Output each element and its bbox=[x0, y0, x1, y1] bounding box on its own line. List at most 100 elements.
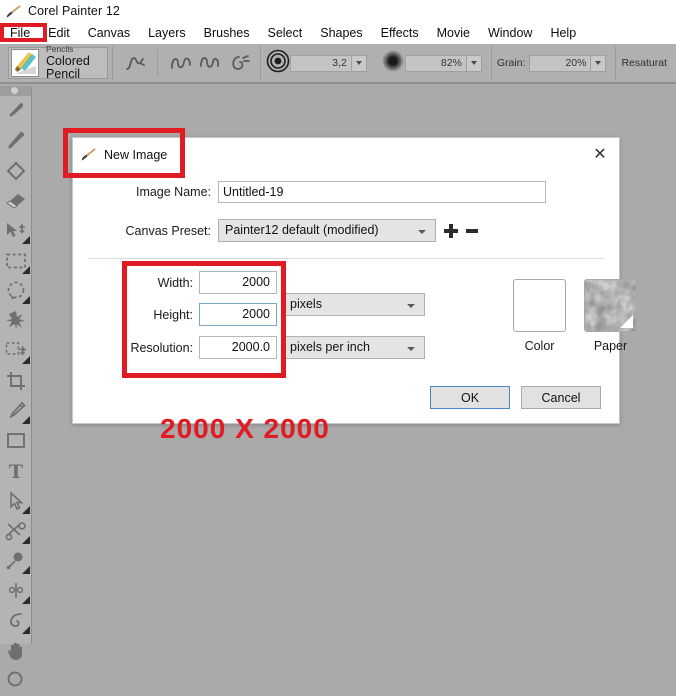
grain-dropdown-arrow[interactable] bbox=[591, 54, 607, 72]
toolbar-divider bbox=[156, 50, 158, 76]
dialog-divider bbox=[89, 258, 605, 259]
stroke-squiggle-icon-2[interactable] bbox=[198, 53, 222, 73]
property-bar: Pencils Colored Pencil 3,2 82% Grain: 20… bbox=[0, 44, 676, 84]
resolution-label: Resolution: bbox=[130, 340, 193, 355]
menu-bar: File Edit Canvas Layers Brushes Select S… bbox=[0, 22, 676, 44]
paper-swatch-item: Paper bbox=[584, 279, 637, 353]
grain-group: Grain: 20% bbox=[490, 46, 612, 80]
crop-tool-icon[interactable] bbox=[0, 366, 32, 396]
resolution-units-select[interactable]: pixels per inch bbox=[283, 336, 425, 359]
shape-selection-tool-icon[interactable] bbox=[0, 486, 32, 516]
dialog-titlebar: New Image ✕ bbox=[73, 138, 619, 171]
image-name-input[interactable]: Untitled-19 bbox=[218, 181, 546, 203]
menu-item-help[interactable]: Help bbox=[541, 22, 585, 44]
menu-item-select[interactable]: Select bbox=[258, 22, 311, 44]
stroke-style-group bbox=[111, 46, 256, 80]
dropper-tool-icon[interactable] bbox=[0, 126, 32, 156]
cancel-button[interactable]: Cancel bbox=[521, 386, 601, 409]
canvas-preset-select[interactable]: Painter12 default (modified) bbox=[218, 219, 436, 242]
image-name-label: Image Name: bbox=[135, 185, 211, 199]
color-swatch-item: Color bbox=[513, 279, 566, 353]
brush-opacity-input[interactable]: 82% bbox=[404, 54, 467, 72]
size-units-select[interactable]: pixels bbox=[283, 293, 425, 316]
magnifier-tool-icon[interactable] bbox=[0, 666, 32, 696]
paper-corner-triangle-icon bbox=[620, 315, 633, 328]
menu-item-layers[interactable]: Layers bbox=[139, 22, 195, 44]
brush-category-label: Pencils bbox=[46, 43, 74, 54]
canvas-preset-value: Painter12 default (modified) bbox=[225, 223, 379, 237]
menu-item-movie[interactable]: Movie bbox=[428, 22, 479, 44]
height-input[interactable]: 2000 bbox=[199, 303, 277, 326]
new-image-dialog: New Image ✕ Image Name: Untitled-19 Canv… bbox=[72, 137, 637, 424]
resolution-input[interactable]: 2000.0 bbox=[199, 336, 277, 359]
resolution-units-value: pixels per inch bbox=[290, 340, 370, 354]
brush-size-dropdown-arrow[interactable] bbox=[351, 54, 367, 72]
brush-thumbnail-icon bbox=[11, 49, 39, 77]
shape-add-point-tool-icon[interactable] bbox=[0, 576, 32, 606]
brush-size-input[interactable]: 3,2 bbox=[289, 54, 352, 72]
tool-palette-handle[interactable] bbox=[0, 86, 31, 96]
text-tool-icon[interactable]: T bbox=[0, 456, 32, 486]
menu-item-window[interactable]: Window bbox=[479, 22, 541, 44]
width-input[interactable]: 2000 bbox=[199, 271, 277, 294]
grabber-hand-tool-icon[interactable] bbox=[0, 636, 32, 666]
width-label: Width: bbox=[157, 275, 193, 290]
grain-input[interactable]: 20% bbox=[529, 54, 592, 72]
convert-point-tool-icon[interactable] bbox=[0, 546, 32, 576]
canvas-preset-row: Canvas Preset: Painter12 default (modifi… bbox=[73, 219, 619, 242]
stroke-spray-icon[interactable] bbox=[227, 53, 251, 73]
dialog-paintbrush-icon bbox=[81, 147, 97, 162]
freehand-stroke-icon[interactable] bbox=[124, 52, 146, 74]
brush-size-group: 3,2 bbox=[259, 46, 372, 80]
color-swatch[interactable] bbox=[513, 279, 566, 332]
brush-size-icon[interactable] bbox=[266, 49, 290, 78]
transform-tool-icon[interactable] bbox=[0, 336, 32, 366]
menu-item-file[interactable]: File bbox=[0, 22, 39, 44]
size-units-value: pixels bbox=[290, 297, 322, 311]
resaturation-label: Resaturat bbox=[621, 57, 667, 69]
pen-tool-icon[interactable] bbox=[0, 396, 32, 426]
brush-opacity-icon[interactable] bbox=[381, 49, 405, 78]
canvas-preset-label: Canvas Preset: bbox=[125, 223, 211, 238]
dialog-buttons: OK Cancel bbox=[430, 386, 601, 409]
tool-palette: T bbox=[0, 86, 32, 687]
paint-bucket-tool-icon[interactable] bbox=[0, 156, 32, 186]
image-name-row: Image Name: Untitled-19 bbox=[73, 181, 619, 203]
menu-item-brushes[interactable]: Brushes bbox=[195, 22, 259, 44]
callout-text-annotation: 2000 X 2000 bbox=[160, 413, 330, 444]
magic-wand-tool-icon[interactable] bbox=[0, 306, 32, 336]
menu-item-canvas[interactable]: Canvas bbox=[79, 22, 139, 44]
swatch-group: Color Paper bbox=[513, 279, 637, 353]
color-swatch-label: Color bbox=[524, 339, 555, 353]
rectangular-selection-tool-icon[interactable] bbox=[0, 246, 32, 276]
resaturation-group: Resaturat bbox=[615, 46, 676, 80]
grain-label: Grain: bbox=[496, 57, 526, 69]
shape-curve-tool-icon[interactable] bbox=[0, 606, 32, 636]
stroke-squiggle-icon-1[interactable] bbox=[169, 53, 193, 73]
window-titlebar: Corel Painter 12 bbox=[0, 0, 676, 22]
eraser-tool-icon[interactable] bbox=[0, 186, 32, 216]
app-title: Corel Painter 12 bbox=[28, 4, 120, 18]
height-label: Height: bbox=[153, 307, 193, 322]
brush-selector[interactable]: Pencils Colored Pencil bbox=[8, 43, 108, 81]
menu-item-effects[interactable]: Effects bbox=[372, 22, 428, 44]
paper-swatch[interactable] bbox=[584, 279, 637, 332]
lasso-selection-tool-icon[interactable] bbox=[0, 276, 32, 306]
close-icon[interactable]: ✕ bbox=[587, 143, 613, 165]
scissors-tool-icon[interactable] bbox=[0, 516, 32, 546]
paper-swatch-label: Paper bbox=[593, 339, 628, 353]
menu-item-shapes[interactable]: Shapes bbox=[311, 22, 371, 44]
brush-opacity-dropdown-arrow[interactable] bbox=[466, 54, 482, 72]
rectangular-shape-tool-icon[interactable] bbox=[0, 426, 32, 456]
selection-adjuster-tool-icon[interactable] bbox=[0, 216, 32, 246]
remove-preset-icon[interactable] bbox=[466, 224, 478, 238]
brush-tool-icon[interactable] bbox=[0, 96, 32, 126]
brush-opacity-group: 82% bbox=[376, 46, 487, 80]
brush-variant-label: Colored Pencil bbox=[46, 53, 90, 81]
ok-button[interactable]: OK bbox=[430, 386, 510, 409]
dialog-title: New Image bbox=[104, 147, 168, 162]
app-paintbrush-icon bbox=[6, 4, 22, 19]
svg-text:T: T bbox=[9, 461, 23, 481]
add-preset-icon[interactable] bbox=[444, 223, 458, 238]
menu-item-edit[interactable]: Edit bbox=[39, 22, 79, 44]
